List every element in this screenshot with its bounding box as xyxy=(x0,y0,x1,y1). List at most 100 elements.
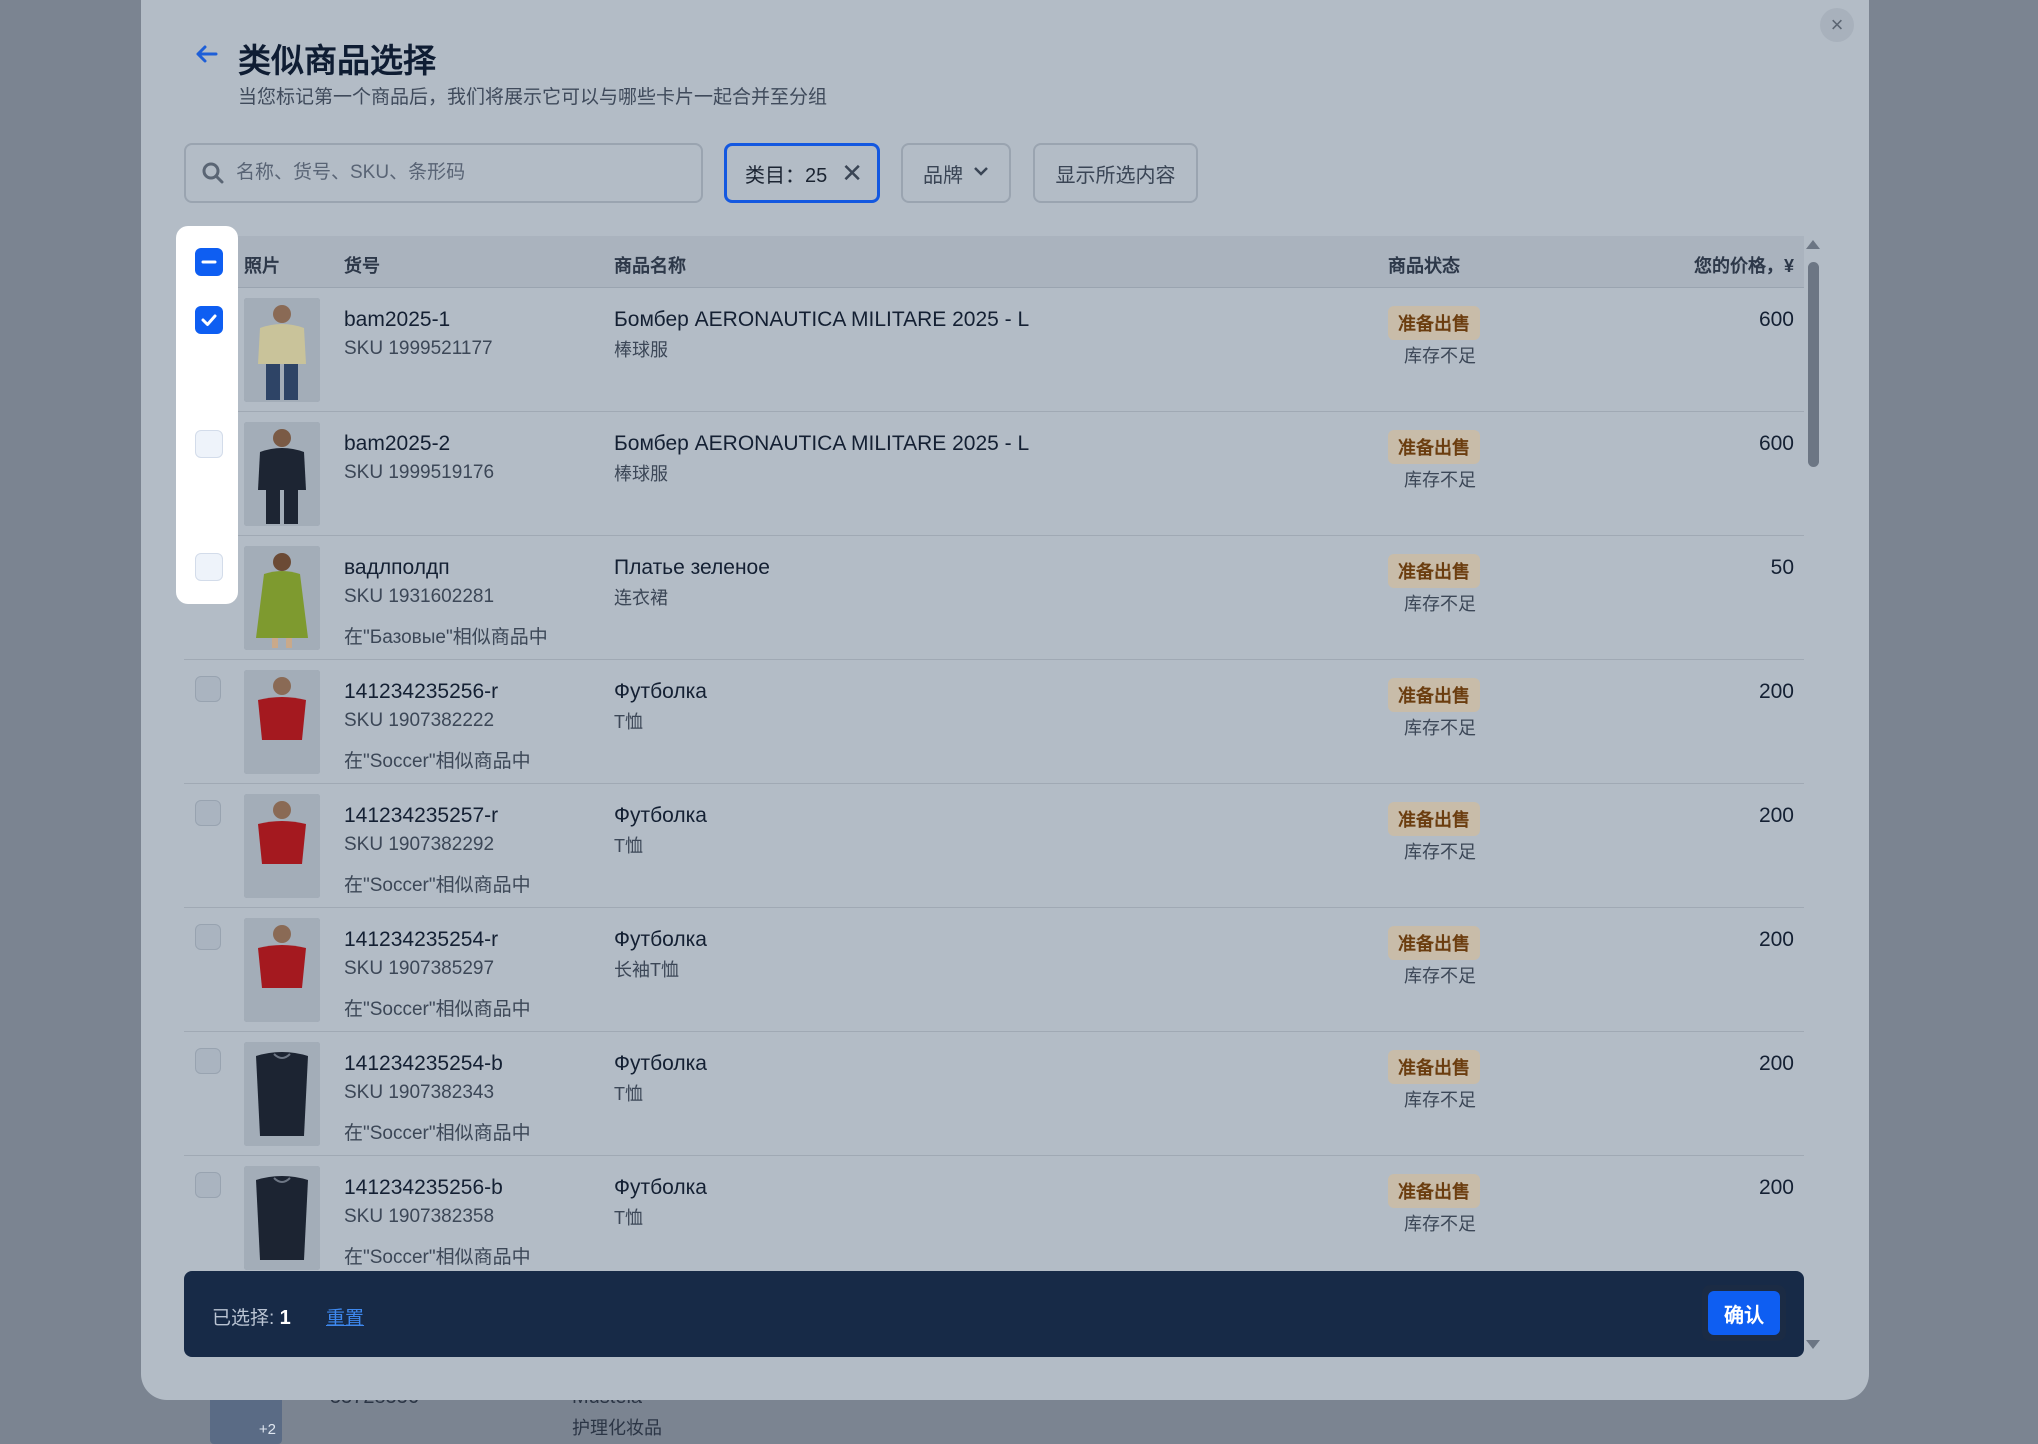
similar-group-label: 在"Soccer"相似商品中 xyxy=(344,875,531,896)
product-name: Футболка xyxy=(614,680,707,703)
product-name: Футболка xyxy=(614,1176,707,1199)
product-sku: SKU 1907382358 xyxy=(344,1206,495,1227)
product-name: Платье зеленое xyxy=(614,556,770,579)
back-arrow-icon[interactable] xyxy=(190,38,222,70)
product-name: Бомбер AERONAUTICA MILITARE 2025 - L xyxy=(614,432,1030,455)
product-category: 连衣裙 xyxy=(614,588,668,608)
header-name: 商品名称 xyxy=(614,256,686,276)
selected-count-label: 已选择: 1 xyxy=(212,1307,291,1329)
table-row[interactable]: 141234235257-r SKU 1907382292 在"Soccer"相… xyxy=(184,784,1804,908)
close-icon: × xyxy=(1830,12,1844,37)
table-row[interactable]: 141234235254-b SKU 1907382343 在"Soccer"相… xyxy=(184,1032,1804,1156)
reset-link[interactable]: 重置 xyxy=(326,1303,364,1330)
table-row[interactable]: 141234235256-b SKU 1907382358 在"Soccer"相… xyxy=(184,1156,1804,1280)
product-sku: SKU 1907382222 xyxy=(344,710,495,731)
similar-group-label: 在"Soccer"相似商品中 xyxy=(344,751,531,772)
stock-status: 库存不足 xyxy=(1404,1214,1476,1234)
header-photo: 照片 xyxy=(244,256,280,276)
status-badge: 准备出售 xyxy=(1388,678,1480,712)
status-badge: 准备出售 xyxy=(1388,306,1480,340)
show-selected-button[interactable]: 显示所选内容 xyxy=(1033,143,1198,203)
confirm-button-wrapper: 确认 xyxy=(1702,1285,1786,1341)
product-sku: SKU 1931602281 xyxy=(344,586,495,607)
product-category: T恤 xyxy=(614,1084,643,1104)
search-icon xyxy=(202,162,224,184)
clear-category-icon[interactable]: ✕ xyxy=(841,158,863,189)
select-all-checkbox[interactable] xyxy=(195,248,223,276)
status-badge: 准备出售 xyxy=(1388,554,1480,588)
category-filter-label: 类目：25 xyxy=(745,164,828,187)
product-code: 141234235257-r xyxy=(344,804,499,827)
row-checkbox-checked[interactable] xyxy=(195,306,223,334)
product-category: T恤 xyxy=(614,1208,643,1228)
header-status: 商品状态 xyxy=(1388,256,1460,276)
stock-status: 库存不足 xyxy=(1404,594,1476,614)
table-row[interactable]: 141234235256-r SKU 1907382222 在"Soccer"相… xyxy=(184,660,1804,784)
brand-filter-dropdown[interactable]: 品牌 xyxy=(901,143,1011,203)
modal-subtitle: 当您标记第一个商品后，我们将展示它可以与哪些卡片一起合并至分组 xyxy=(238,87,828,108)
modal-title: 类似商品选择 xyxy=(238,42,436,79)
product-name: Футболка xyxy=(614,804,707,827)
product-price: 600 xyxy=(1758,432,1794,455)
product-photo xyxy=(244,918,320,1022)
similar-group-label: 在"Soccer"相似商品中 xyxy=(344,999,531,1020)
stock-status: 库存不足 xyxy=(1404,718,1476,738)
product-category: 棒球服 xyxy=(614,340,668,360)
selected-count: 1 xyxy=(279,1307,291,1329)
product-sku: SKU 1907385297 xyxy=(344,958,495,979)
stock-status: 库存不足 xyxy=(1404,842,1476,862)
confirm-button[interactable]: 确认 xyxy=(1708,1291,1780,1335)
product-code: вадлполдп xyxy=(344,556,450,579)
product-category: T恤 xyxy=(614,836,643,856)
product-photo xyxy=(244,1042,320,1146)
selection-footer: 已选择: 1 重置 确认 xyxy=(184,1271,1804,1357)
product-photo xyxy=(244,422,320,526)
row-checkbox[interactable] xyxy=(195,924,221,950)
product-photo xyxy=(244,546,320,650)
status-badge: 准备出售 xyxy=(1388,1050,1480,1084)
product-photo xyxy=(244,1166,320,1270)
product-name: Футболка xyxy=(614,928,707,951)
table-row[interactable]: 141234235254-r SKU 1907385297 在"Soccer"相… xyxy=(184,908,1804,1032)
table-row[interactable]: bam2025-1 SKU 1999521177 Бомбер AERONAUT… xyxy=(184,288,1804,412)
product-code: bam2025-2 xyxy=(344,432,451,455)
product-price: 200 xyxy=(1758,928,1794,951)
search-input[interactable] xyxy=(236,162,676,184)
row-checkbox[interactable] xyxy=(195,800,221,826)
similar-group-label: 在"Soccer"相似商品中 xyxy=(344,1123,531,1144)
scrollbar-thumb[interactable] xyxy=(1808,262,1819,467)
product-category: 棒球服 xyxy=(614,464,668,484)
scroll-down-arrow[interactable] xyxy=(1806,1340,1820,1349)
scroll-up-arrow[interactable] xyxy=(1806,240,1820,249)
row-checkbox[interactable] xyxy=(195,553,223,581)
row-checkbox[interactable] xyxy=(195,676,221,702)
table-row[interactable]: bam2025-2 SKU 1999519176 Бомбер AERONAUT… xyxy=(184,412,1804,536)
product-name: Футболка xyxy=(614,1052,707,1075)
product-price: 200 xyxy=(1758,804,1794,827)
table-row[interactable]: вадлполдп SKU 1931602281 在"Базовые"相似商品中… xyxy=(184,536,1804,660)
header-price: 您的价格，¥ xyxy=(1693,256,1794,276)
product-photo xyxy=(244,794,320,898)
search-box[interactable] xyxy=(184,143,703,203)
header-code: 货号 xyxy=(344,256,380,276)
status-badge: 准备出售 xyxy=(1388,926,1480,960)
product-price: 600 xyxy=(1758,308,1794,331)
product-code: 141234235254-r xyxy=(344,928,499,951)
background-row-category: 护理化妆品 xyxy=(572,1418,662,1438)
product-code: 141234235256-b xyxy=(344,1176,503,1199)
product-category: T恤 xyxy=(614,712,643,732)
stock-status: 库存不足 xyxy=(1404,346,1476,366)
brand-filter-label: 品牌 xyxy=(923,164,963,187)
close-button[interactable]: × xyxy=(1820,8,1854,42)
product-price: 200 xyxy=(1758,1176,1794,1199)
table-header: 照片 货号 商品名称 商品状态 您的价格，¥ xyxy=(184,236,1804,288)
product-price: 200 xyxy=(1758,680,1794,703)
product-code: 141234235254-b xyxy=(344,1052,503,1075)
chevron-down-icon xyxy=(973,164,989,182)
product-price: 50 xyxy=(1770,556,1794,579)
row-checkbox[interactable] xyxy=(195,1048,221,1074)
row-checkbox[interactable] xyxy=(195,430,223,458)
status-badge: 准备出售 xyxy=(1388,1174,1480,1208)
category-filter-chip[interactable]: 类目：25 ✕ xyxy=(724,143,880,203)
row-checkbox[interactable] xyxy=(195,1172,221,1198)
